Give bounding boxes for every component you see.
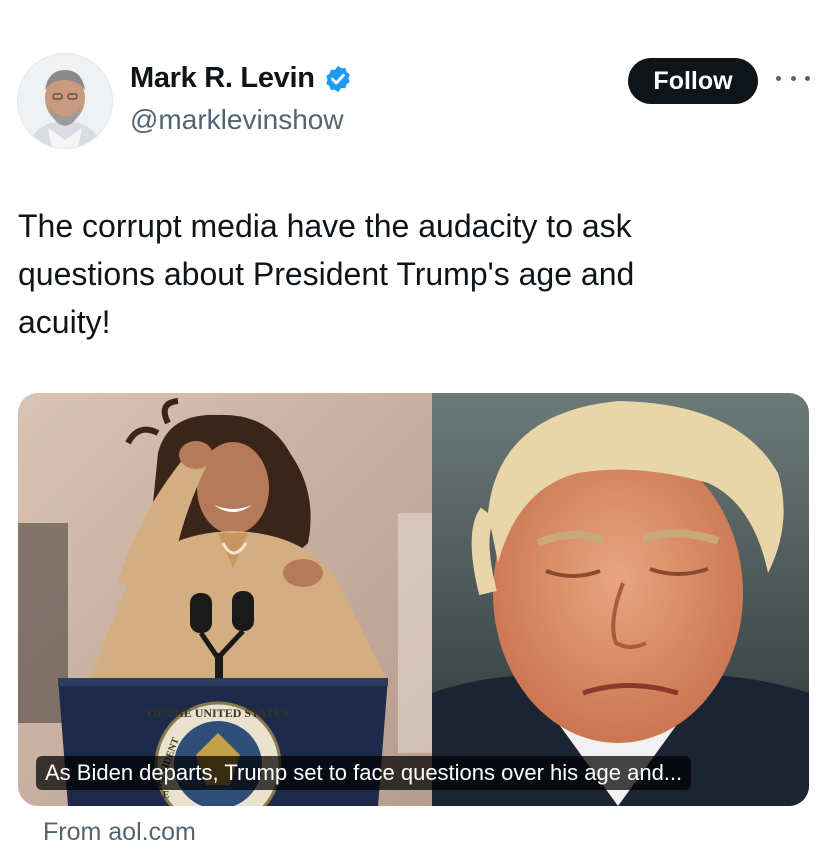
author-name[interactable]: Mark R. Levin <box>130 62 315 95</box>
link-card-image: OF THE UNITED STATES RESIDENT E <box>18 393 809 806</box>
seal-text: OF THE UNITED STATES <box>147 706 289 720</box>
verified-badge-icon <box>325 65 350 92</box>
avatar-image <box>18 54 112 148</box>
link-source[interactable]: From aol.com <box>43 818 196 847</box>
more-dot <box>776 75 781 81</box>
author-handle[interactable]: @marklevinshow <box>130 104 344 136</box>
more-options-icon[interactable] <box>776 66 810 90</box>
seal-text-prefix: E <box>163 790 170 801</box>
more-dot <box>805 75 810 81</box>
follow-button[interactable]: Follow <box>628 58 758 104</box>
more-dot <box>790 75 796 81</box>
author-avatar[interactable] <box>18 54 112 148</box>
link-card[interactable]: OF THE UNITED STATES RESIDENT E As Biden… <box>18 393 809 806</box>
link-card-headline: As Biden departs, Trump set to face ques… <box>36 756 692 790</box>
tweet-text: The corrupt media have the audacity to a… <box>18 208 635 340</box>
